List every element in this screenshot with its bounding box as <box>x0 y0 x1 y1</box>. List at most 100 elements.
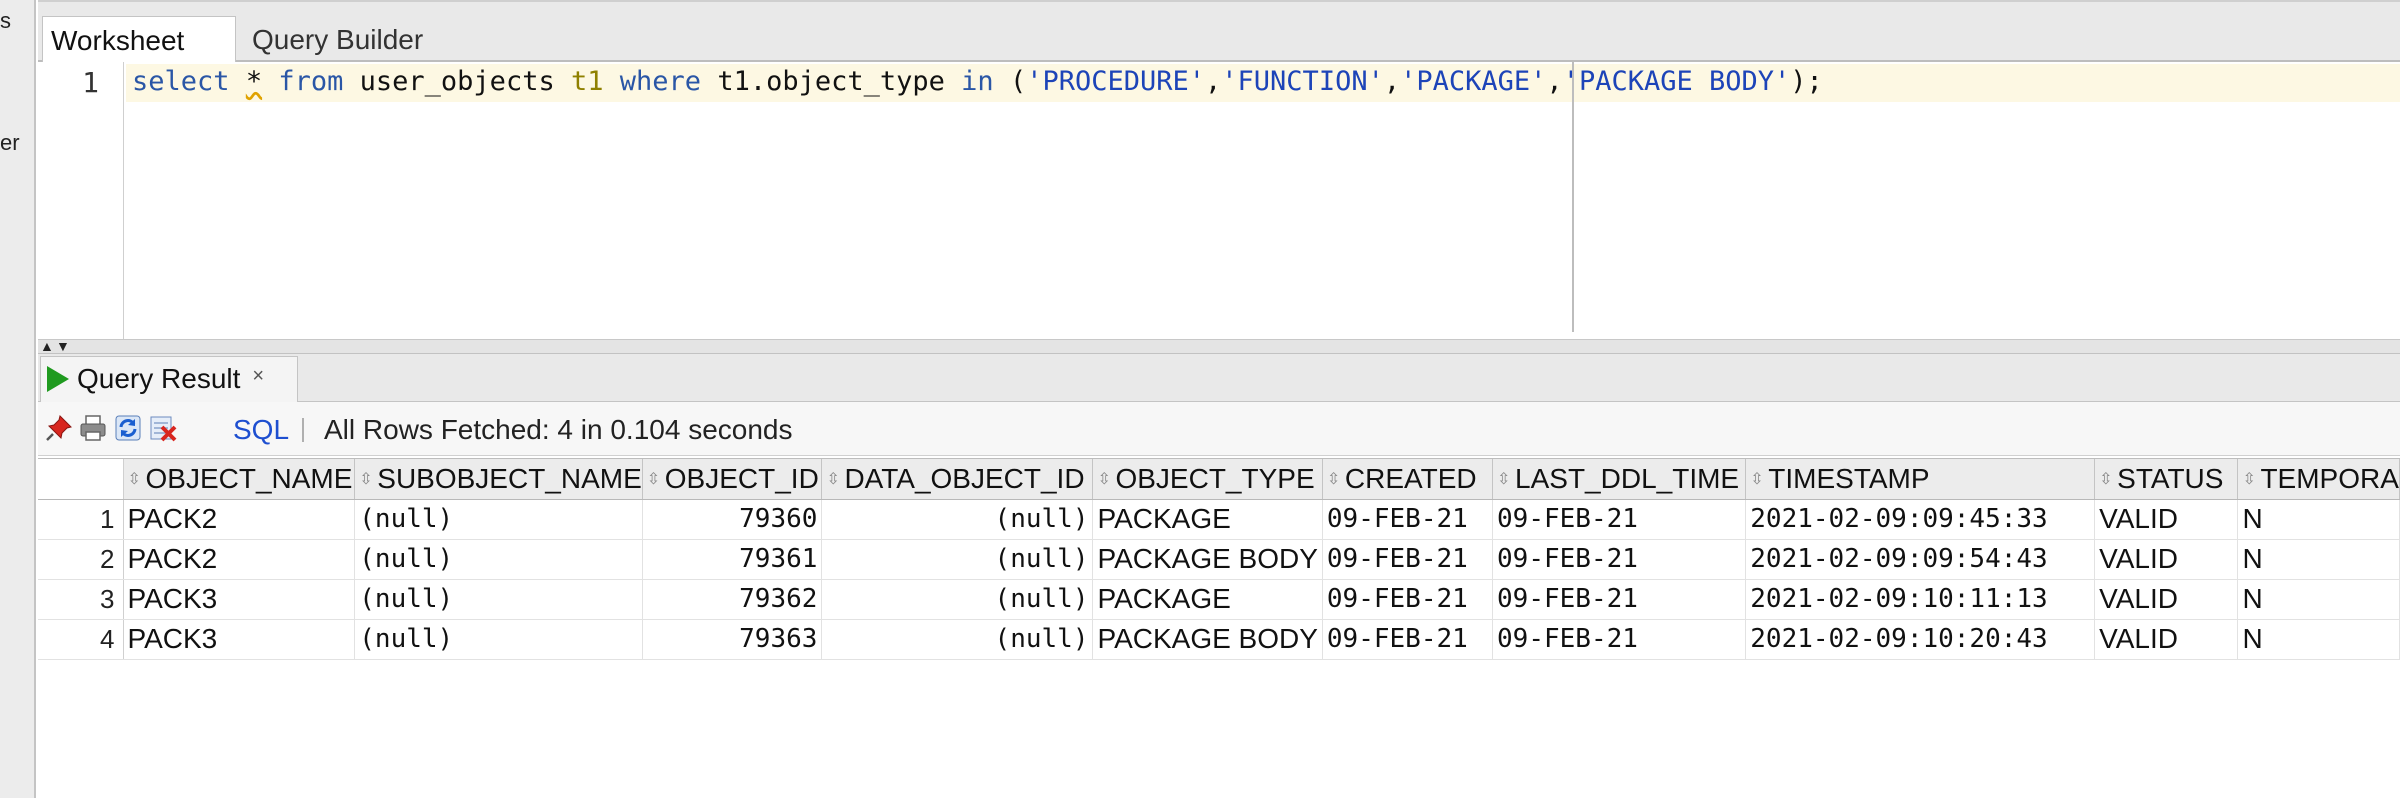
cell-data-object-id[interactable]: (null) <box>821 579 1094 620</box>
sort-icon: ⇳ <box>127 470 141 488</box>
editor-result-splitter[interactable]: ▲ ▼ <box>38 338 2400 354</box>
refresh-icon[interactable] <box>113 413 143 443</box>
cell-subobject-name[interactable]: (null) <box>354 579 643 620</box>
cell-subobject-name[interactable]: (null) <box>354 619 643 660</box>
result-tab-bar: Query Result × <box>38 354 2400 402</box>
left-panel-edge: s er <box>0 0 36 798</box>
tab-query-result[interactable]: Query Result × <box>40 356 298 402</box>
cell-created[interactable]: 09-FEB-21 <box>1322 539 1494 580</box>
result-grid: ⇳ OBJECT_NAME ⇳ SUBOBJECT_NAME ⇳ OBJECT_ID … <box>38 458 2400 798</box>
cell-data-object-id[interactable]: (null) <box>821 539 1094 580</box>
cell-object-type[interactable]: PACKAGE BODY <box>1092 539 1323 580</box>
table-row[interactable]: 4 PACK3 (null) 79363 (null) PACKAGE BODY… <box>38 619 2400 660</box>
table-row[interactable]: 3 PACK3 (null) 79362 (null) PACKAGE 09-F… <box>38 579 2400 620</box>
column-header-timestamp[interactable]: ⇳ TIMESTAMP <box>1745 459 2096 500</box>
cell-temporary[interactable]: N <box>2237 539 2400 580</box>
table-row[interactable]: 2 PACK2 (null) 79361 (null) PACKAGE BODY… <box>38 539 2400 580</box>
cell-subobject-name[interactable]: (null) <box>354 499 643 540</box>
cell-timestamp[interactable]: 2021-02-09:09:54:43 <box>1745 539 2096 580</box>
column-header-object-name[interactable]: ⇳ OBJECT_NAME <box>123 459 356 500</box>
line-number-gutter: 1 <box>38 62 124 339</box>
code-token: , <box>1383 66 1401 97</box>
cell-status[interactable]: VALID <box>2094 579 2239 620</box>
cell-timestamp[interactable]: 2021-02-09:10:20:43 <box>1745 619 2096 660</box>
cell-object-type[interactable]: PACKAGE <box>1092 579 1323 620</box>
column-header-created[interactable]: ⇳ CREATED <box>1322 459 1494 500</box>
tab-worksheet[interactable]: Worksheet <box>42 16 236 64</box>
code-token: select <box>132 66 230 97</box>
cell-data-object-id[interactable]: (null) <box>821 499 1094 540</box>
close-icon[interactable]: × <box>252 365 264 387</box>
sort-icon: ⇳ <box>1750 470 1764 488</box>
sort-icon: ⇳ <box>359 470 373 488</box>
cell-last-ddl-time[interactable]: 09-FEB-21 <box>1492 499 1747 540</box>
cell-object-type[interactable]: PACKAGE BODY <box>1092 619 1323 660</box>
tab-query-builder[interactable]: Query Builder <box>244 16 433 64</box>
column-header-last-ddl-time[interactable]: ⇳ LAST_DDL_TIME <box>1492 459 1747 500</box>
cell-temporary[interactable]: N <box>2237 579 2400 620</box>
column-header-temporary[interactable]: ⇳ TEMPORA <box>2237 459 2400 500</box>
cell-object-name[interactable]: PACK3 <box>123 579 356 620</box>
cell-subobject-name[interactable]: (null) <box>354 539 643 580</box>
code-token: from <box>278 66 344 97</box>
cell-created[interactable]: 09-FEB-21 <box>1322 619 1494 660</box>
column-header-status[interactable]: ⇳ STATUS <box>2094 459 2239 500</box>
left-panel-fragment-2: er <box>0 130 20 155</box>
play-icon <box>47 366 69 392</box>
cell-last-ddl-time[interactable]: 09-FEB-21 <box>1492 539 1747 580</box>
line-number: 1 <box>82 66 99 99</box>
cell-object-id[interactable]: 79362 <box>642 579 823 620</box>
table-row[interactable]: 1 PACK2 (null) 79360 (null) PACKAGE 09-F… <box>38 499 2400 540</box>
cell-object-name[interactable]: PACK2 <box>123 539 356 580</box>
cell-timestamp[interactable]: 2021-02-09:09:45:33 <box>1745 499 2096 540</box>
row-number: 3 <box>38 579 124 620</box>
sort-icon: ⇳ <box>1326 470 1341 488</box>
row-number-header <box>38 459 124 500</box>
fetch-status-text: All Rows Fetched: 4 in 0.104 seconds <box>324 414 793 445</box>
cell-status[interactable]: VALID <box>2094 499 2239 540</box>
sort-icon: ⇳ <box>2099 470 2113 488</box>
splitter-up-arrow-icon[interactable]: ▲ <box>40 338 54 354</box>
column-header-object-id[interactable]: ⇳ OBJECT_ID <box>642 459 823 500</box>
cell-object-id[interactable]: 79363 <box>642 619 823 660</box>
code-token: , <box>1205 66 1222 97</box>
column-header-data-object-id[interactable]: ⇳ DATA_OBJECT_ID <box>821 459 1094 500</box>
sort-icon: ⇳ <box>1097 470 1111 488</box>
cell-status[interactable]: VALID <box>2094 539 2239 580</box>
cell-temporary[interactable]: N <box>2237 619 2400 660</box>
sql-button[interactable]: SQL <box>233 414 289 446</box>
sort-icon: ⇳ <box>646 470 661 488</box>
delete-icon[interactable] <box>148 413 178 443</box>
column-header-object-type[interactable]: ⇳ OBJECT_TYPE <box>1092 459 1323 500</box>
code-token: , <box>1546 66 1563 97</box>
sql-code-line[interactable]: select * from user_objects t1 where t1.o… <box>132 66 1823 97</box>
code-token: t1.object_type <box>717 66 945 97</box>
code-token: ); <box>1790 66 1823 97</box>
row-number: 4 <box>38 619 124 660</box>
column-header-subobject-name[interactable]: ⇳ SUBOBJECT_NAME <box>354 459 643 500</box>
cell-created[interactable]: 09-FEB-21 <box>1322 499 1494 540</box>
sql-editor[interactable]: 1 select * from user_objects t1 where t1… <box>38 62 2400 340</box>
print-icon[interactable] <box>78 413 108 443</box>
cell-last-ddl-time[interactable]: 09-FEB-21 <box>1492 619 1747 660</box>
cell-created[interactable]: 09-FEB-21 <box>1322 579 1494 620</box>
code-token: in <box>961 66 994 97</box>
result-table: ⇳ OBJECT_NAME ⇳ SUBOBJECT_NAME ⇳ OBJECT_ID … <box>38 459 2400 660</box>
cell-data-object-id[interactable]: (null) <box>821 619 1094 660</box>
cell-last-ddl-time[interactable]: 09-FEB-21 <box>1492 579 1747 620</box>
editor-tab-bar: Worksheet Query Builder <box>38 0 2400 64</box>
cell-object-id[interactable]: 79361 <box>642 539 823 580</box>
pin-icon[interactable] <box>44 413 74 443</box>
cell-timestamp[interactable]: 2021-02-09:10:11:13 <box>1745 579 2096 620</box>
cell-object-name[interactable]: PACK3 <box>123 619 356 660</box>
splitter-down-arrow-icon[interactable]: ▼ <box>56 338 70 354</box>
cell-status[interactable]: VALID <box>2094 619 2239 660</box>
cell-object-id[interactable]: 79360 <box>642 499 823 540</box>
code-token: t1 <box>570 66 604 97</box>
worksheet-area: Worksheet Query Builder 1 select * from … <box>38 0 2400 798</box>
cell-object-name[interactable]: PACK2 <box>123 499 356 540</box>
result-toolbar: SQL All Rows Fetched: 4 in 0.104 seconds <box>38 402 2400 456</box>
cell-object-type[interactable]: PACKAGE <box>1092 499 1323 540</box>
row-number: 1 <box>38 499 124 540</box>
cell-temporary[interactable]: N <box>2237 499 2400 540</box>
